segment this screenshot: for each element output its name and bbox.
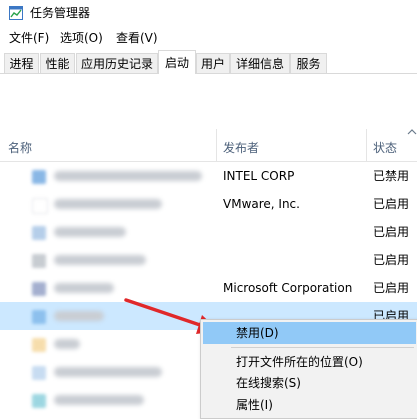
table-row[interactable]: INTEL CORP 已禁用 (0, 162, 417, 190)
app-icon (32, 338, 46, 352)
publisher-cell: VMware, Inc. (223, 197, 300, 211)
sort-ascending-icon[interactable] (407, 128, 417, 136)
tab-app-history[interactable]: 应用历史记录 (76, 53, 158, 73)
app-icon (32, 310, 46, 324)
app-name-blurred (54, 339, 80, 349)
context-menu-disable[interactable]: 禁用(D) (203, 322, 416, 344)
task-manager-icon (9, 6, 23, 20)
title-bar: 任务管理器 (0, 0, 417, 26)
app-icon (32, 198, 48, 214)
context-menu-search-online[interactable]: 在线搜索(S) (203, 372, 416, 394)
context-menu-properties[interactable]: 属性(I) (203, 394, 416, 416)
tab-processes[interactable]: 进程 (4, 53, 39, 73)
tab-bar: 进程 性能 应用历史记录 启动 用户 详细信息 服务 (0, 50, 417, 74)
app-icon (32, 282, 46, 296)
app-name-blurred (54, 311, 104, 321)
app-icon (32, 170, 46, 184)
table-row[interactable]: 已启用 (0, 246, 417, 274)
app-icon (32, 254, 46, 268)
menu-bar: 文件(F) 选项(O) 查看(V) (0, 28, 417, 48)
app-icon (32, 394, 46, 408)
column-header-status[interactable]: 状态 (373, 140, 397, 156)
column-header-row: 名称 发布者 状态 (0, 129, 417, 162)
column-divider[interactable] (366, 129, 367, 161)
status-cell: 已禁用 (373, 169, 410, 183)
window-title: 任务管理器 (30, 6, 91, 20)
app-name-blurred (54, 367, 162, 377)
tab-startup[interactable]: 启动 (158, 50, 196, 74)
column-header-publisher[interactable]: 发布者 (223, 140, 259, 156)
publisher-cell: Microsoft Corporation (223, 281, 353, 295)
app-name-blurred (54, 395, 144, 405)
menu-file[interactable]: 文件(F) (9, 30, 49, 46)
context-menu-open-file-location[interactable]: 打开文件所在的位置(O) (203, 351, 416, 373)
app-icon (32, 226, 46, 240)
app-name-blurred (54, 283, 114, 293)
context-menu: 禁用(D) 打开文件所在的位置(O) 在线搜索(S) 属性(I) (200, 319, 417, 419)
column-divider[interactable] (216, 129, 217, 161)
app-name-blurred (54, 199, 162, 209)
app-name-blurred (54, 171, 202, 181)
app-name-blurred (54, 255, 146, 265)
tab-performance[interactable]: 性能 (40, 53, 75, 73)
status-cell: 已启用 (373, 197, 410, 211)
tab-details[interactable]: 详细信息 (230, 53, 290, 73)
publisher-cell: INTEL CORP (223, 169, 295, 183)
table-row[interactable]: Microsoft Corporation 已启用 (0, 274, 417, 302)
tab-services[interactable]: 服务 (290, 53, 327, 73)
context-menu-separator (231, 347, 414, 348)
menu-view[interactable]: 查看(V) (116, 30, 158, 46)
status-cell: 已启用 (373, 253, 410, 267)
tab-users[interactable]: 用户 (196, 53, 230, 73)
column-header-name[interactable]: 名称 (8, 140, 32, 156)
menu-options[interactable]: 选项(O) (60, 30, 103, 46)
status-cell: 已启用 (373, 281, 410, 295)
app-icon (32, 366, 46, 380)
app-name-blurred (54, 227, 126, 237)
table-row[interactable]: VMware, Inc. 已启用 (0, 190, 417, 218)
status-cell: 已启用 (373, 225, 410, 239)
table-row[interactable]: 已启用 (0, 218, 417, 246)
